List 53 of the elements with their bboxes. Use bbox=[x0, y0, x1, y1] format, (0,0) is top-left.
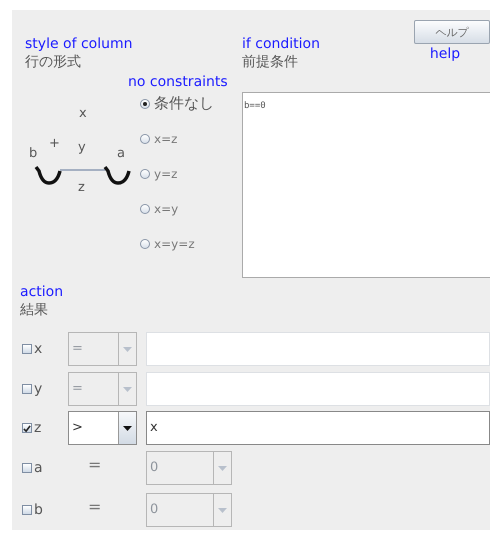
u-shape-icon bbox=[34, 166, 62, 185]
annotation-text: help bbox=[430, 46, 460, 63]
help-button[interactable]: ヘルプ bbox=[414, 20, 490, 44]
checkbox-label: x bbox=[34, 341, 42, 357]
variable-label: z bbox=[78, 180, 85, 195]
annotation-text: no constraints bbox=[128, 74, 229, 91]
section-title: 行の形式 bbox=[25, 53, 82, 71]
condition-field[interactable]: b==0 bbox=[242, 92, 490, 278]
variable-label: + bbox=[49, 136, 60, 151]
variable-label: y bbox=[78, 140, 86, 155]
checkbox-label: a bbox=[34, 460, 43, 476]
option-label: 条件なし bbox=[154, 94, 214, 113]
value-dropdown[interactable]: 0 bbox=[146, 493, 232, 527]
variable-label: b bbox=[29, 146, 38, 161]
caret-icon bbox=[218, 508, 227, 512]
annotation-text: if condition bbox=[242, 36, 320, 53]
option-label: x=y bbox=[154, 202, 178, 216]
checkbox-label: b bbox=[34, 502, 43, 518]
equals-sign: = bbox=[87, 496, 102, 516]
radio-button[interactable] bbox=[140, 134, 150, 144]
checkbox-label: y bbox=[34, 381, 42, 397]
input-field[interactable] bbox=[146, 372, 490, 406]
checkbox[interactable] bbox=[22, 344, 32, 354]
option-label: y=z bbox=[154, 166, 178, 180]
equals-sign: = bbox=[87, 454, 102, 474]
annotation-text: action bbox=[20, 284, 64, 301]
checkbox[interactable] bbox=[22, 505, 32, 515]
operator-dropdown[interactable]: = bbox=[68, 332, 137, 366]
caret-icon bbox=[123, 346, 132, 352]
section-title: 結果 bbox=[20, 301, 49, 319]
input-field[interactable]: x bbox=[146, 411, 490, 445]
checkbox[interactable] bbox=[22, 463, 32, 473]
value-dropdown[interactable]: 0 bbox=[146, 451, 232, 485]
variable-label: a bbox=[117, 146, 125, 161]
checkbox[interactable] bbox=[22, 384, 32, 394]
option-label: x=z bbox=[154, 132, 178, 146]
caret-icon bbox=[218, 466, 227, 470]
operator-dropdown[interactable]: = bbox=[68, 372, 137, 406]
radio-button[interactable] bbox=[140, 98, 150, 108]
radio-button[interactable] bbox=[140, 204, 150, 214]
caret-icon bbox=[123, 386, 132, 392]
checkbox[interactable] bbox=[22, 423, 32, 433]
input-field[interactable] bbox=[146, 332, 490, 366]
operator-dropdown[interactable]: > bbox=[68, 411, 137, 445]
radio-button[interactable] bbox=[140, 238, 150, 248]
checkbox-label: z bbox=[34, 420, 42, 436]
section-title: 前提条件 bbox=[242, 53, 299, 71]
variable-label: x bbox=[79, 106, 87, 121]
radio-button[interactable] bbox=[140, 168, 150, 178]
caret-icon bbox=[123, 426, 132, 430]
connector-line bbox=[60, 169, 105, 171]
u-shape-icon bbox=[104, 166, 131, 185]
option-label: x=y=z bbox=[154, 236, 195, 250]
